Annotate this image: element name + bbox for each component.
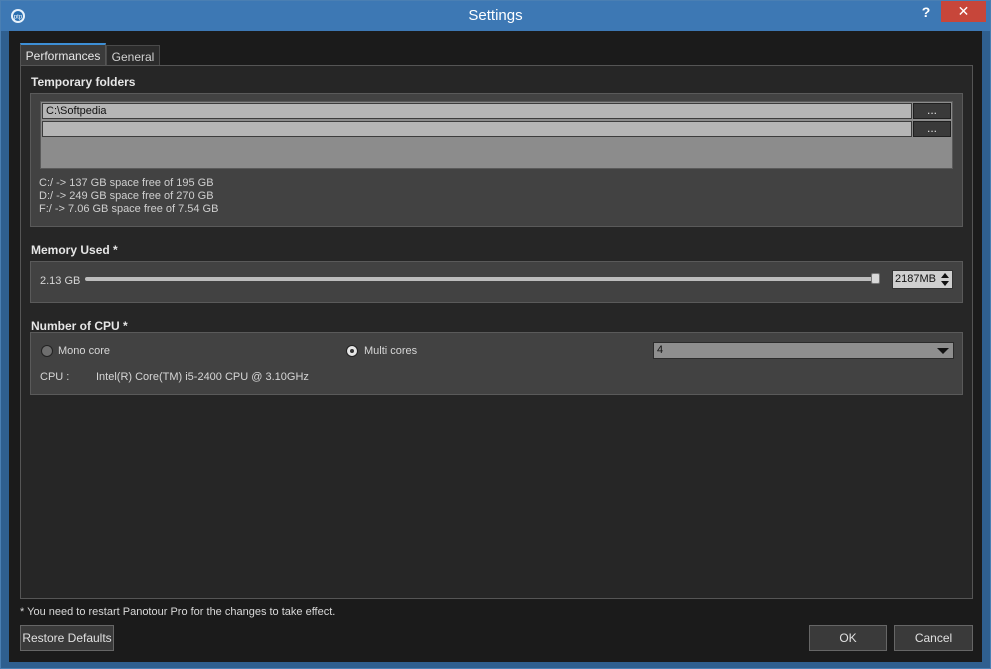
memory-used-title: Memory Used * — [31, 243, 118, 257]
cores-count-value: 4 — [657, 344, 664, 356]
memory-spinbox[interactable]: 2187MB — [892, 270, 953, 289]
drive-space-d: D:/ -> 249 GB space free of 270 GB — [39, 190, 214, 202]
tab-general[interactable]: General — [106, 45, 160, 65]
multi-cores-label[interactable]: Multi cores — [364, 345, 417, 357]
performances-panel: Temporary folders C:\Softpedia ... ... C… — [20, 65, 973, 599]
multi-cores-radio[interactable] — [346, 345, 358, 357]
title-bar[interactable]: ptp Settings ? ✕ — [1, 1, 990, 31]
ok-button[interactable]: OK — [809, 625, 887, 651]
cpu-label: CPU : — [40, 371, 70, 383]
memory-current-label: 2.13 GB — [40, 275, 81, 287]
cpu-title: Number of CPU * — [31, 319, 128, 333]
spin-arrows-icon[interactable] — [940, 272, 950, 287]
tab-performances[interactable]: Performances — [20, 43, 106, 65]
cancel-button[interactable]: Cancel — [894, 625, 973, 651]
drive-space-f: F:/ -> 7.06 GB space free of 7.54 GB — [39, 203, 219, 215]
settings-window: ptp Settings ? ✕ Performances General Te… — [0, 0, 991, 669]
chevron-down-icon — [937, 348, 949, 354]
memory-slider-track[interactable] — [85, 277, 880, 281]
memory-slider-thumb[interactable] — [871, 273, 881, 284]
temporary-folders-title: Temporary folders — [31, 75, 136, 89]
mono-core-radio[interactable] — [41, 345, 53, 357]
window-title: Settings — [468, 7, 523, 24]
dialog-body: Performances General Temporary folders C… — [9, 31, 982, 662]
restore-defaults-button[interactable]: Restore Defaults — [20, 625, 114, 651]
cores-count-select[interactable]: 4 — [653, 342, 954, 359]
browse-button-2[interactable]: ... — [913, 121, 951, 137]
close-button[interactable]: ✕ — [941, 1, 986, 22]
browse-button-1[interactable]: ... — [913, 103, 951, 119]
cpu-name: Intel(R) Core(TM) i5-2400 CPU @ 3.10GHz — [96, 371, 309, 383]
folder-path-field-1[interactable]: C:\Softpedia — [42, 103, 912, 119]
memory-spin-value: 2187MB — [895, 273, 936, 285]
temporary-folders-group: C:\Softpedia ... ... C:/ -> 137 GB space… — [30, 93, 963, 227]
folder-list: C:\Softpedia ... ... — [40, 101, 953, 169]
help-button[interactable]: ? — [919, 4, 933, 22]
memory-group — [30, 261, 963, 303]
mono-core-label[interactable]: Mono core — [58, 345, 110, 357]
folder-path-field-2[interactable] — [42, 121, 912, 137]
drive-space-c: C:/ -> 137 GB space free of 195 GB — [39, 177, 214, 189]
restart-note: * You need to restart Panotour Pro for t… — [20, 606, 336, 618]
